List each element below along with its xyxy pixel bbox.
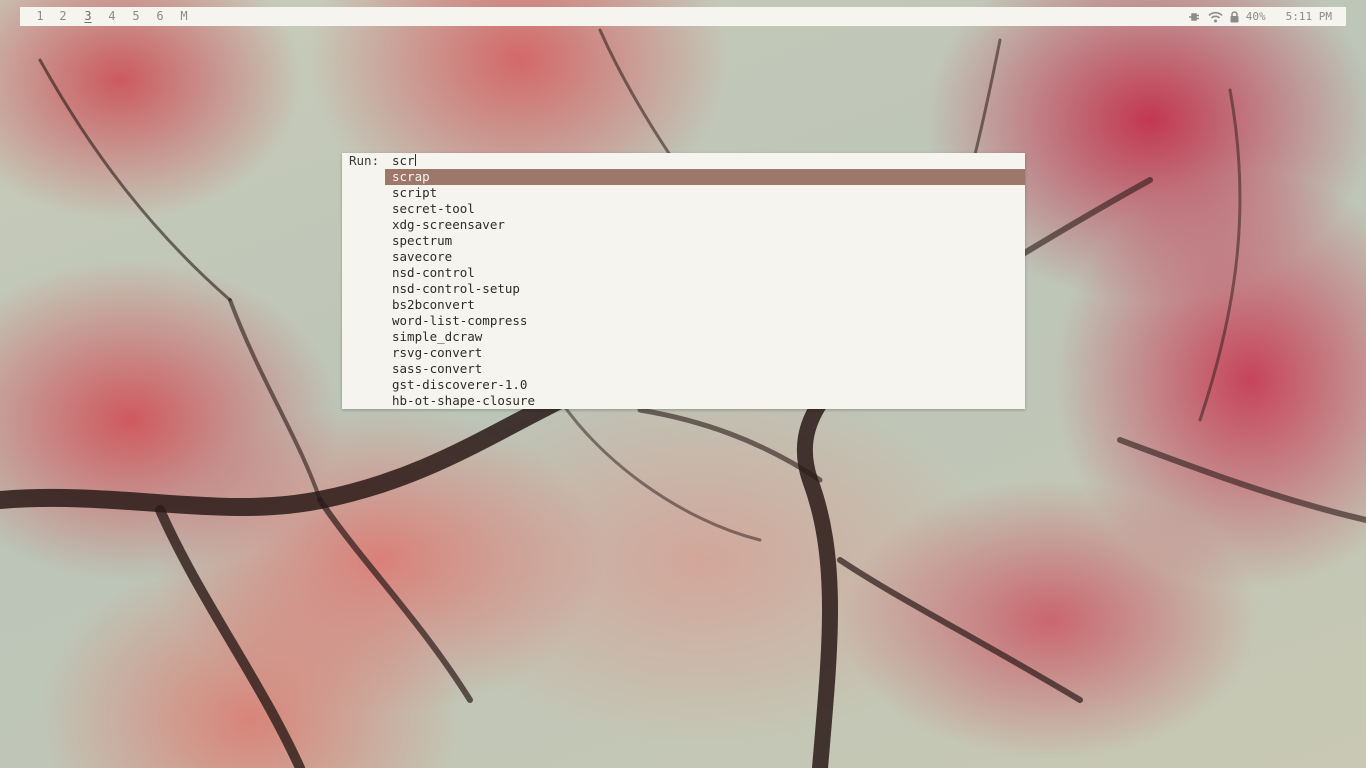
completion-item[interactable]: secret-tool	[385, 201, 1025, 217]
workspace-5-button[interactable]: 5	[125, 7, 147, 26]
battery-percent: 40%	[1245, 10, 1266, 23]
completion-item[interactable]: nsd-control-setup	[385, 281, 1025, 297]
completion-item[interactable]: simple_dcraw	[385, 329, 1025, 345]
power-plug-icon[interactable]	[1188, 11, 1202, 23]
completion-item[interactable]: rsvg-convert	[385, 345, 1025, 361]
run-input-text: scr	[392, 153, 415, 168]
completion-item[interactable]: savecore	[385, 249, 1025, 265]
workspace-1-button[interactable]: 1	[29, 7, 51, 26]
workspace-3-button[interactable]: 3	[77, 7, 99, 26]
run-launcher: Run: scr scrap script secret-tool xdg-scree…	[342, 153, 1025, 409]
completion-item[interactable]: sass-convert	[385, 361, 1025, 377]
text-cursor	[414, 154, 416, 166]
workspace-m-button[interactable]: M	[173, 7, 195, 26]
system-tray: 40% 5:11 PM	[1188, 7, 1332, 26]
lock-icon[interactable]	[1229, 10, 1240, 23]
workspace-4-button[interactable]: 4	[101, 7, 123, 26]
workspace-2-button[interactable]: 2	[52, 7, 74, 26]
run-label: Run:	[349, 153, 380, 168]
completion-item[interactable]: scrap	[385, 169, 1025, 185]
wifi-icon[interactable]	[1208, 11, 1223, 23]
completion-item[interactable]: bs2bconvert	[385, 297, 1025, 313]
completion-list: scrap script secret-tool xdg-screensaver spe…	[385, 169, 1025, 409]
workspace-6-button[interactable]: 6	[149, 7, 171, 26]
completion-item[interactable]: hb-ot-shape-closure	[385, 393, 1025, 409]
completion-item[interactable]: gst-discoverer-1.0	[385, 377, 1025, 393]
clock: 5:11 PM	[1285, 10, 1332, 23]
status-bar: 1 2 3 4 5 6 M 40% 5:11 PM	[20, 7, 1346, 26]
completion-item[interactable]: script	[385, 185, 1025, 201]
completion-item[interactable]: nsd-control	[385, 265, 1025, 281]
run-input[interactable]: scr	[391, 153, 1012, 169]
completion-item[interactable]: word-list-compress	[385, 313, 1025, 329]
completion-item[interactable]: spectrum	[385, 233, 1025, 249]
completion-item[interactable]: xdg-screensaver	[385, 217, 1025, 233]
